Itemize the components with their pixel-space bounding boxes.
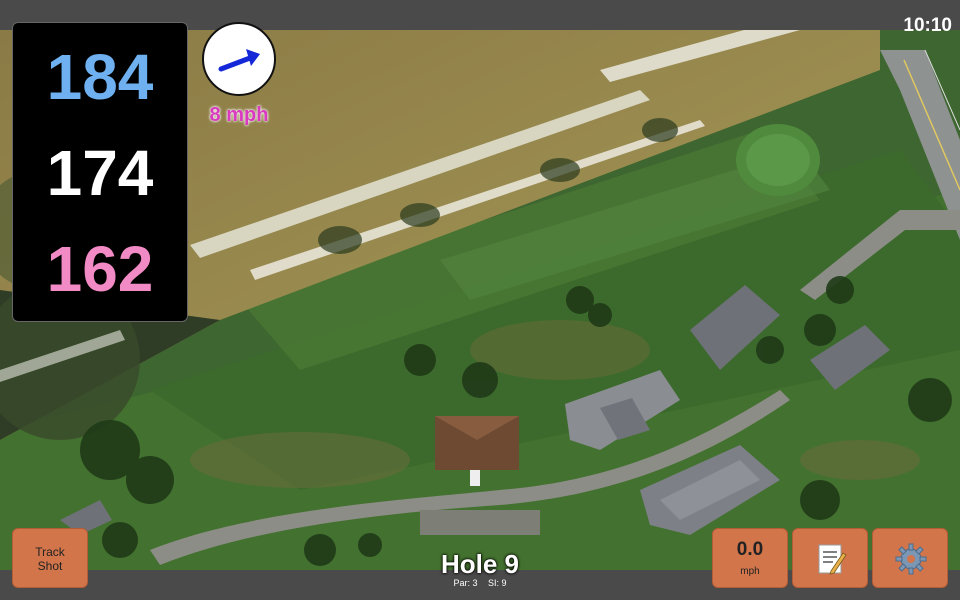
hole-stroke-index: SI: 9 [488,578,507,588]
center-yardage: 174 [46,137,154,209]
hole-par: Par: 3 [453,578,478,588]
gear-icon [895,543,927,575]
track-shot-line1: Track [35,545,65,559]
wind-arrow-icon [218,49,260,72]
back-yardage: 184 [46,41,154,113]
track-shot-line2: Shot [37,559,63,573]
notepad-icon [818,544,847,575]
speed-value: 0.0 [736,539,764,560]
settings-button[interactable] [872,528,948,588]
speed-unit: mph [740,566,760,577]
wind-speed-label: 8 mph [209,104,269,126]
status-clock: 10:10 [903,15,952,36]
front-yardage: 162 [46,233,154,305]
hole-info: Par: 3 SI: 9 [400,578,560,588]
speed-button[interactable]: 0.0 mph [712,528,788,588]
track-shot-button[interactable]: Track Shot [12,528,88,588]
hole-title: Hole 9 [440,549,520,579]
notes-button[interactable] [792,528,868,588]
wind-indicator [202,22,276,96]
yardage-panel: 184 174 162 [12,22,188,322]
